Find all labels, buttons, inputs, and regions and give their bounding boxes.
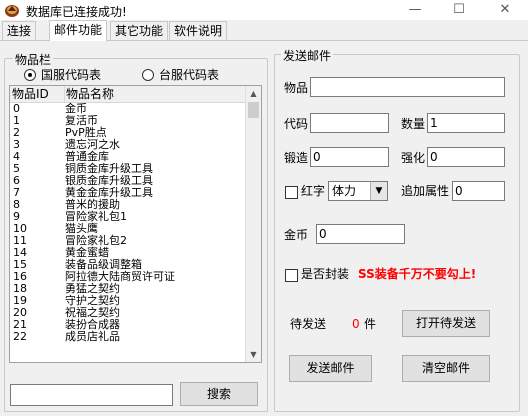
item-search-input[interactable]	[10, 384, 173, 406]
redword-checkbox[interactable]	[285, 186, 298, 199]
table-row[interactable]: 22 成员店礼品	[10, 331, 246, 343]
tab-bar: 连接 邮件功能 其它功能 软件说明	[0, 20, 528, 41]
item-list[interactable]: 物品ID 物品名称 0 金币 1 复活币 2 PvP胜点 3 遗忘河之水 4 普通金库 5 铜质金库升…	[9, 85, 262, 363]
item-id-cell: 7	[13, 186, 20, 199]
item-id-cell: 8	[13, 198, 20, 211]
maximize-button[interactable]: ☐	[436, 0, 482, 20]
table-row[interactable]: 10 猫头鹰	[10, 223, 246, 235]
gold-field[interactable]: 0	[316, 224, 405, 244]
tab-other[interactable]: 其它功能	[110, 21, 169, 40]
forge-label: 锻造	[284, 151, 309, 165]
radio-domestic-dot[interactable]	[24, 68, 36, 81]
table-row[interactable]: 19 守护之契约	[10, 295, 246, 307]
radio-domestic[interactable]: 国服代码表	[24, 66, 101, 83]
table-row[interactable]: 7 黄金金库升级工具	[10, 187, 246, 199]
open-pending-button[interactable]: 打开待发送	[402, 310, 490, 337]
clear-mail-button[interactable]: 清空邮件	[402, 355, 490, 382]
chevron-down-icon[interactable]: ▼	[370, 182, 387, 200]
radio-taiwan[interactable]: 台服代码表	[142, 66, 219, 83]
table-row[interactable]: 16 阿拉德大陆商贸许可证	[10, 271, 246, 283]
tab-connect[interactable]: 连接	[2, 21, 37, 40]
table-row[interactable]: 2 PvP胜点	[10, 127, 246, 139]
table-row[interactable]: 18 勇猛之契约	[10, 283, 246, 295]
table-row[interactable]: 3 遗忘河之水	[10, 139, 246, 151]
title-bar: 数据库已连接成功! — ☐ ✕	[0, 0, 528, 20]
quantity-field[interactable]: 1	[427, 113, 505, 133]
table-row[interactable]: 20 祝福之契约	[10, 307, 246, 319]
item-id-cell: 4	[13, 150, 20, 163]
enhance-label: 强化	[401, 151, 426, 165]
radio-domestic-label: 国服代码表	[41, 68, 102, 82]
radio-taiwan-dot[interactable]	[142, 68, 154, 81]
mail-group-title: 发送邮件	[281, 47, 334, 64]
window-title: 数据库已连接成功!	[26, 5, 127, 19]
item-id-cell: 0	[13, 102, 20, 115]
extra-attr-field[interactable]: 0	[452, 181, 505, 201]
item-id-cell: 1	[13, 114, 20, 127]
seal-checkbox[interactable]	[285, 269, 298, 282]
gold-label: 金币	[284, 228, 309, 242]
column-header-id[interactable]: 物品ID	[10, 86, 65, 102]
scroll-down-arrow-icon[interactable]: ▼	[246, 347, 261, 362]
search-button[interactable]: 搜索	[180, 382, 258, 406]
extra-attr-label: 追加属性	[401, 184, 450, 198]
table-row[interactable]: 8 普米的援助	[10, 199, 246, 211]
item-id-cell: 2	[13, 126, 20, 139]
table-row[interactable]: 1 复活币	[10, 115, 246, 127]
item-id-cell: 22	[13, 330, 27, 343]
item-name-cell: 成员店礼品	[65, 330, 120, 343]
scroll-thumb[interactable]	[248, 102, 259, 118]
list-rows: 0 金币 1 复活币 2 PvP胜点 3 遗忘河之水 4 普通金库 5 铜质金库升级工具 6 银质金库升级…	[10, 103, 246, 343]
redword-label: 红字	[301, 184, 326, 198]
redword-select-value: 体力	[332, 184, 357, 198]
tab-help[interactable]: 软件说明	[169, 21, 228, 40]
item-id-cell: 3	[13, 138, 20, 151]
app-icon	[5, 5, 19, 17]
pending-label: 待发送	[290, 317, 327, 331]
tab-mail[interactable]: 邮件功能	[49, 20, 108, 41]
item-field[interactable]	[310, 77, 505, 97]
seal-warning-text: SS装备千万不要勾上!	[358, 267, 477, 281]
send-mail-button[interactable]: 发送邮件	[289, 355, 372, 382]
item-id-cell: 5	[13, 162, 20, 175]
radio-taiwan-label: 台服代码表	[159, 68, 220, 82]
scroll-up-arrow-icon[interactable]: ▲	[246, 86, 261, 101]
table-row[interactable]: 0 金币	[10, 103, 246, 115]
code-field[interactable]	[310, 113, 389, 133]
table-row[interactable]: 21 装扮合成器	[10, 319, 246, 331]
item-id-cell: 6	[13, 174, 20, 187]
pending-unit: 件	[364, 317, 377, 331]
minimize-button[interactable]: —	[392, 0, 438, 20]
close-button[interactable]: ✕	[482, 0, 528, 20]
forge-field[interactable]: 0	[310, 147, 389, 167]
quantity-label: 数量	[401, 117, 426, 131]
item-label: 物品	[284, 81, 309, 95]
list-scrollbar[interactable]: ▲ ▼	[245, 86, 261, 362]
seal-label: 是否封装	[301, 267, 350, 281]
code-label: 代码	[284, 117, 309, 131]
list-header: 物品ID 物品名称	[10, 86, 247, 103]
column-header-name[interactable]: 物品名称	[64, 86, 247, 102]
redword-select[interactable]: 体力 ▼	[328, 181, 388, 201]
pending-count: 0	[352, 317, 360, 331]
table-row[interactable]: 11 冒险家礼包2	[10, 235, 246, 247]
enhance-field[interactable]: 0	[427, 147, 505, 167]
table-row[interactable]: 9 冒险家礼包1	[10, 211, 246, 223]
